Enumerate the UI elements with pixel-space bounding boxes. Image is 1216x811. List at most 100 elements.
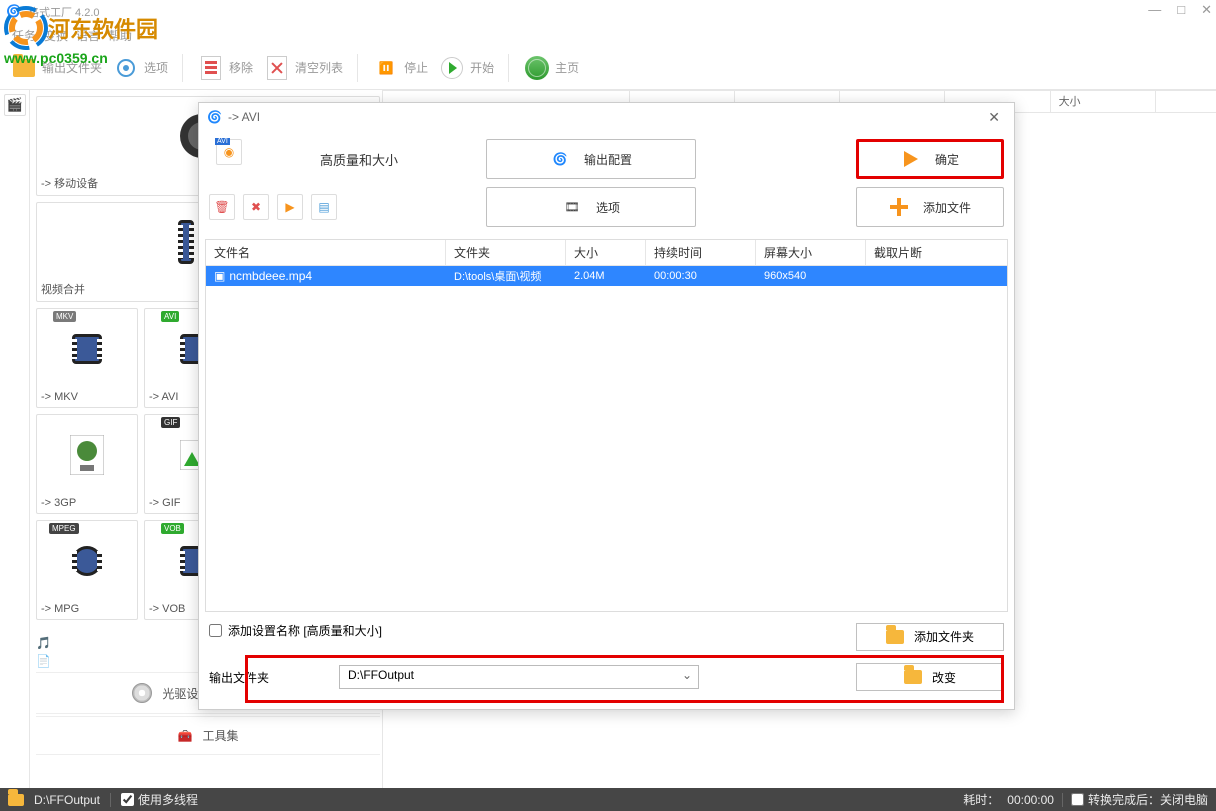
- card-mkv[interactable]: MKV -> MKV: [36, 308, 138, 408]
- output-folder-value: D:\FFOutput: [348, 668, 414, 682]
- remove-label: 移除: [229, 59, 253, 76]
- maximize-button[interactable]: □: [1177, 2, 1185, 18]
- menu-task[interactable]: 任务: [12, 27, 36, 44]
- nav-strip: 🎬: [0, 90, 30, 788]
- clear-list-label: 清空列表: [295, 59, 343, 76]
- stop-label: 停止: [404, 59, 428, 76]
- play-item-button[interactable]: ▶: [277, 194, 303, 220]
- card-label: -> MPG: [41, 603, 79, 615]
- dialog-title: -> AVI: [228, 110, 260, 124]
- dialog-close-button[interactable]: ✕: [982, 109, 1006, 126]
- info-item-button[interactable]: ▤: [311, 194, 337, 220]
- shutdown-checkbox[interactable]: [1071, 793, 1084, 806]
- folder-icon: [13, 59, 35, 77]
- menu-transform[interactable]: 变换: [44, 27, 68, 44]
- dialog-options-button[interactable]: 🎞 选项: [486, 187, 696, 227]
- output-folder-button[interactable]: 输出文件夹: [10, 54, 102, 82]
- card-3gp[interactable]: -> 3GP: [36, 414, 138, 514]
- stop-icon: ⏸️: [372, 54, 400, 82]
- plus-icon: [890, 198, 908, 216]
- arrow-right-icon: [904, 151, 918, 167]
- folder-icon: [904, 670, 922, 684]
- table-body: ▣ ncmbdeee.mp4 D:\tools\桌面\视频 2.04M 00:0…: [206, 266, 1007, 611]
- gear-icon: [117, 59, 135, 77]
- htab-size: 大小: [1051, 91, 1156, 112]
- dialog-titlebar: 🌀 -> AVI ✕: [199, 103, 1014, 131]
- ok-label: 确定: [935, 151, 959, 168]
- card-label: -> AVI: [149, 391, 178, 403]
- play-icon: [441, 57, 463, 79]
- statusbar: D:\FFOutput 使用多线程 耗时： 00:00:00 转换完成后：关闭电…: [0, 788, 1216, 811]
- th-duration[interactable]: 持续时间: [646, 240, 756, 265]
- dialog-icon: 🌀: [207, 110, 222, 124]
- th-size[interactable]: 大小: [566, 240, 646, 265]
- remove-button[interactable]: 移除: [197, 54, 253, 82]
- clear-list-button[interactable]: 清空列表: [263, 54, 343, 82]
- th-folder[interactable]: 文件夹: [446, 240, 566, 265]
- add-folder-button[interactable]: 添加文件夹: [856, 623, 1004, 651]
- row-tools[interactable]: 🧰 工具集: [36, 716, 380, 755]
- htab-end: [1156, 91, 1216, 112]
- card-mpg[interactable]: MPEG -> MPG: [36, 520, 138, 620]
- th-screen[interactable]: 屏幕大小: [756, 240, 866, 265]
- card-label: -> 3GP: [41, 497, 76, 509]
- cell-filename: ncmbdeee.mp4: [229, 269, 312, 283]
- table-row[interactable]: ▣ ncmbdeee.mp4 D:\tools\桌面\视频 2.04M 00:0…: [206, 266, 1007, 286]
- delete-item-button[interactable]: 🗑: [209, 194, 235, 220]
- folder-plus-icon: [886, 630, 904, 644]
- th-clip[interactable]: 截取片断: [866, 240, 1007, 265]
- row-label: 工具集: [202, 727, 238, 744]
- output-folder-label: 输出文件夹: [209, 669, 329, 686]
- titlebar: 🌀 格式工厂 4.2.0 — □ ✕: [0, 0, 1216, 24]
- multithread-label: 使用多线程: [138, 791, 198, 808]
- start-label: 开始: [470, 59, 494, 76]
- th-filename[interactable]: 文件名: [206, 240, 446, 265]
- cell-size: 2.04M: [566, 270, 646, 282]
- shutdown-toggle[interactable]: 转换完成后：关闭电脑: [1071, 791, 1208, 808]
- ok-button[interactable]: 确定: [856, 139, 1004, 179]
- config-icon: 🌀: [550, 149, 570, 169]
- output-folder-select[interactable]: D:\FFOutput: [339, 665, 699, 689]
- start-button[interactable]: 开始: [438, 54, 494, 82]
- avi-dialog: 🌀 -> AVI ✕ AVI ◉ 高质量和大小 🌀 输出配置 确定 🗑 ✖ ▶ …: [198, 102, 1015, 710]
- add-settings-checkbox[interactable]: [209, 624, 222, 637]
- multithread-checkbox[interactable]: [121, 793, 134, 806]
- status-path[interactable]: D:\FFOutput: [34, 793, 100, 807]
- output-folder-label: 输出文件夹: [42, 59, 102, 76]
- multithread-toggle[interactable]: 使用多线程: [121, 791, 198, 808]
- stop-button[interactable]: ⏸️ 停止: [372, 54, 428, 82]
- home-button[interactable]: 主页: [523, 54, 579, 82]
- menu-help[interactable]: 帮助: [108, 27, 132, 44]
- menu-language[interactable]: 语言: [76, 27, 100, 44]
- options-button[interactable]: 选项: [112, 54, 168, 82]
- clear-icon: [267, 56, 287, 80]
- film-icon: 🎞: [562, 197, 582, 217]
- status-folder-icon[interactable]: [8, 794, 24, 806]
- elapsed-value: 00:00:00: [1007, 793, 1054, 807]
- separator: [357, 54, 358, 82]
- globe-icon: [525, 56, 549, 80]
- remove-icon: [201, 56, 221, 80]
- add-file-button[interactable]: 添加文件: [856, 187, 1004, 227]
- file-icon: ▣: [214, 269, 225, 283]
- change-label: 改变: [932, 669, 956, 686]
- minimize-button[interactable]: —: [1148, 2, 1161, 18]
- card-label: 视频合并: [41, 281, 85, 297]
- output-config-button[interactable]: 🌀 输出配置: [486, 139, 696, 179]
- output-config-label: 输出配置: [584, 151, 632, 168]
- separator: [182, 54, 183, 82]
- profile-icon-button[interactable]: AVI ◉: [216, 139, 242, 165]
- tools-icon: 🧰: [178, 729, 193, 743]
- change-button[interactable]: 改变: [856, 663, 1004, 691]
- nav-video-icon[interactable]: 🎬: [4, 94, 26, 116]
- card-label: -> MKV: [41, 391, 78, 403]
- card-label: -> 移动设备: [41, 175, 98, 191]
- close-button[interactable]: ✕: [1201, 2, 1212, 18]
- add-file-label: 添加文件: [923, 199, 971, 216]
- toolbar: 输出文件夹 选项 移除 清空列表 ⏸️ 停止 开始 主页: [0, 46, 1216, 90]
- app-title: 格式工厂 4.2.0: [28, 4, 100, 20]
- cell-duration: 00:00:30: [646, 270, 756, 282]
- separator: [508, 54, 509, 82]
- clear-item-button[interactable]: ✖: [243, 194, 269, 220]
- table-header: 文件名 文件夹 大小 持续时间 屏幕大小 截取片断: [206, 240, 1007, 266]
